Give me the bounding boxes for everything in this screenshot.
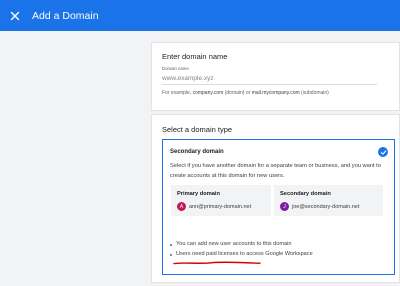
secondary-domain-option[interactable]: Secondary domain Select if you have anot…	[162, 139, 395, 275]
hint-example-domain: company.com	[192, 90, 224, 96]
secondary-domain-example: Secondary domain J joe@secondary-domain.…	[274, 185, 383, 216]
hint-prefix: For example,	[162, 90, 193, 96]
red-underline-annotation	[173, 261, 261, 265]
list-item: Users need paid licenses to access Googl…	[170, 250, 313, 260]
primary-domain-label: Primary domain	[177, 191, 220, 197]
domain-type-section-title: Select a domain type	[162, 125, 233, 134]
list-item: You can add new user accounts to this do…	[170, 240, 313, 250]
primary-domain-email: ann@primary-domain.net	[189, 203, 252, 210]
primary-domain-example: Primary domain A ann@primary-domain.net	[171, 185, 271, 216]
domain-type-card: Select a domain type Secondary domain Se…	[151, 114, 400, 283]
domain-name-field-label: Domain name	[162, 66, 189, 71]
dialog-title: Add a Domain	[32, 9, 99, 22]
option-title: Secondary domain	[170, 149, 224, 155]
hint-example-subdomain: mail.mycompany.com	[251, 90, 300, 96]
check-circle-icon	[378, 147, 388, 157]
close-icon	[10, 11, 20, 20]
domain-name-card: Enter domain name Domain name For exampl…	[151, 42, 400, 111]
domain-name-hint: For example, company.com (domain) or mai…	[162, 90, 329, 96]
domain-name-section-title: Enter domain name	[162, 52, 228, 61]
dialog-header: Add a Domain	[0, 0, 400, 31]
hint-middle: (domain) or	[223, 90, 252, 96]
secondary-domain-label: Secondary domain	[280, 191, 331, 197]
option-bullet-list: You can add new user accounts to this do…	[170, 240, 313, 259]
secondary-domain-email: joe@secondary-domain.net	[292, 203, 360, 210]
avatar: A	[177, 202, 186, 211]
avatar: J	[280, 202, 289, 211]
close-button[interactable]	[3, 4, 27, 28]
hint-suffix: (subdomain)	[299, 90, 329, 96]
domain-name-input[interactable]	[162, 73, 377, 85]
option-description: Select if you have another domain for a …	[170, 163, 381, 179]
